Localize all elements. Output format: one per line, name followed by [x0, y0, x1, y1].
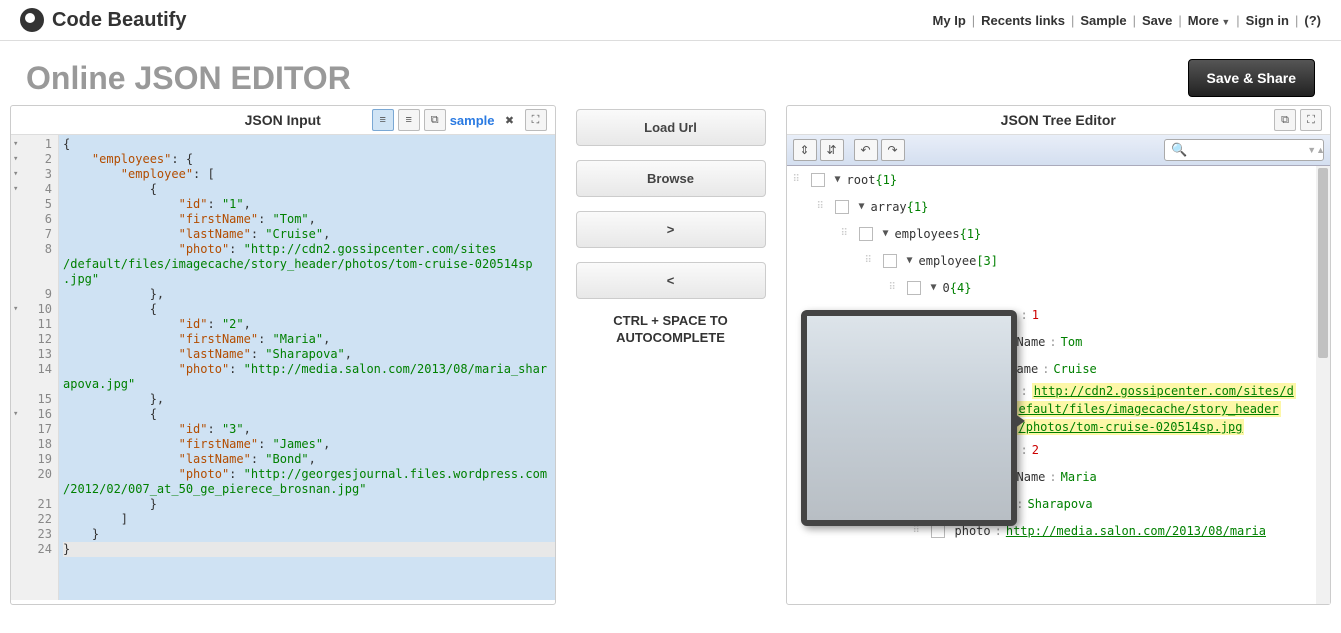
fullscreen-right-icon[interactable]: ⛶: [1300, 109, 1322, 131]
transfer-right-button[interactable]: >: [576, 211, 766, 248]
middle-column: Load Url Browse > < CTRL + SPACE TO AUTO…: [576, 105, 766, 605]
tree-body[interactable]: ⠿▼root {1}⠿▼array {1}⠿▼employees {1}⠿▼em…: [787, 166, 1331, 604]
browse-button[interactable]: Browse: [576, 160, 766, 197]
gutter: ▾1▾2▾3▾456789▾101112131415▾1617181920212…: [11, 135, 59, 600]
clear-icon[interactable]: ✖: [499, 109, 521, 131]
load-url-button[interactable]: Load Url: [576, 109, 766, 146]
autocomplete-hint: CTRL + SPACE TO AUTOCOMPLETE: [576, 313, 766, 347]
tree-row[interactable]: ⠿▼array {1}: [787, 193, 1331, 220]
transfer-left-button[interactable]: <: [576, 262, 766, 299]
search-icon: 🔍: [1171, 142, 1187, 158]
nav-save[interactable]: Save: [1142, 13, 1172, 28]
photo-preview-popup: [801, 310, 1017, 526]
search-dropdown-icon[interactable]: ▼▲: [1307, 145, 1325, 155]
scrollbar[interactable]: [1316, 166, 1330, 604]
expand-all-icon[interactable]: ⇕: [793, 139, 817, 161]
json-tree-header: JSON Tree Editor ⧉ ⛶: [787, 106, 1331, 135]
nav-links: My Ip| Recents links| Sample| Save| More…: [933, 13, 1321, 28]
collapse-all-icon[interactable]: ⇵: [820, 139, 844, 161]
format-right-icon[interactable]: ≡: [398, 109, 420, 131]
code-editor[interactable]: ▾1▾2▾3▾456789▾101112131415▾1617181920212…: [11, 135, 555, 600]
json-input-header: JSON Input ≡ ≡ ⧉ sample ✖ ⛶: [11, 106, 555, 135]
nav-recents[interactable]: Recents links: [981, 13, 1065, 28]
page-title: Online JSON EDITOR: [26, 60, 351, 97]
save-share-button[interactable]: Save & Share: [1188, 59, 1316, 97]
undo-icon[interactable]: ↶: [854, 139, 878, 161]
format-left-icon[interactable]: ≡: [372, 109, 394, 131]
tree-row[interactable]: ⠿▼root {1}: [787, 166, 1331, 193]
sample-link[interactable]: sample: [450, 113, 495, 128]
nav-help[interactable]: (?): [1304, 13, 1321, 28]
fullscreen-left-icon[interactable]: ⛶: [525, 109, 547, 131]
redo-icon[interactable]: ↷: [881, 139, 905, 161]
tree-toolbar: ⇕ ⇵ ↶ ↷ 🔍 ▼▲: [787, 135, 1331, 166]
tree-row[interactable]: ⠿▼employees {1}: [787, 220, 1331, 247]
tree-search-input[interactable]: [1187, 144, 1307, 156]
nav-more[interactable]: More ▼: [1188, 13, 1230, 28]
tree-search[interactable]: 🔍 ▼▲: [1164, 139, 1324, 161]
nav-signin[interactable]: Sign in: [1246, 13, 1289, 28]
logo[interactable]: Code Beautify: [20, 8, 186, 32]
tree-row[interactable]: ⠿▼employee [3]: [787, 247, 1331, 274]
copy-tree-icon[interactable]: ⧉: [1274, 109, 1296, 131]
json-input-title: JSON Input: [245, 112, 321, 128]
tree-row[interactable]: ⠿▼0 {4}: [787, 274, 1331, 301]
logo-text: Code Beautify: [52, 9, 186, 32]
photo-preview-image: [807, 316, 1011, 520]
logo-icon: [20, 8, 44, 32]
copy-icon[interactable]: ⧉: [424, 109, 446, 131]
nav-myip[interactable]: My Ip: [933, 13, 966, 28]
code-area[interactable]: { "employees": { "employee": [ { "id": "…: [59, 135, 555, 600]
main-layout: JSON Input ≡ ≡ ⧉ sample ✖ ⛶ ▾1▾2▾3▾45678…: [0, 105, 1341, 605]
json-input-panel: JSON Input ≡ ≡ ⧉ sample ✖ ⛶ ▾1▾2▾3▾45678…: [10, 105, 556, 605]
nav-sample[interactable]: Sample: [1080, 13, 1126, 28]
scrollbar-thumb[interactable]: [1318, 168, 1328, 358]
top-header: Code Beautify My Ip| Recents links| Samp…: [0, 0, 1341, 41]
json-tree-panel: JSON Tree Editor ⧉ ⛶ ⇕ ⇵ ↶ ↷ 🔍 ▼▲ ⠿▼roo: [786, 105, 1332, 605]
title-row: Online JSON EDITOR Save & Share: [0, 41, 1341, 105]
json-tree-title: JSON Tree Editor: [1001, 112, 1116, 128]
